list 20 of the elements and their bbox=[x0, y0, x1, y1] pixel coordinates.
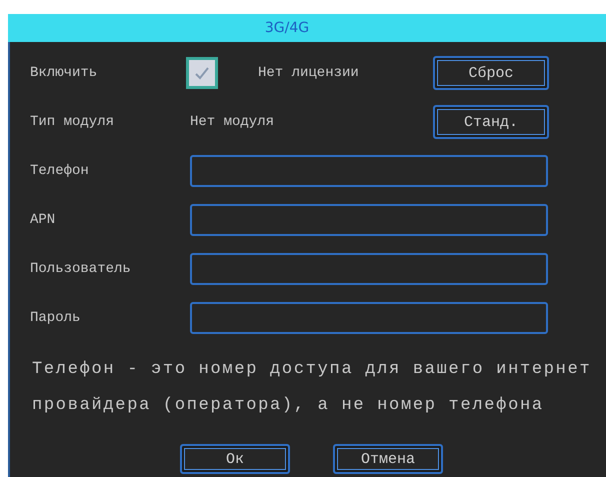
field-label: Пользователь bbox=[30, 261, 132, 277]
reset-button[interactable]: Сброс bbox=[433, 56, 549, 90]
field-label: Телефон bbox=[30, 163, 90, 179]
checkbox[interactable] bbox=[186, 57, 218, 89]
ok-button[interactable]: Ок bbox=[180, 444, 290, 474]
field-label: Пароль bbox=[30, 310, 82, 326]
input-field[interactable] bbox=[190, 302, 548, 334]
input-field[interactable] bbox=[190, 253, 548, 285]
cancel-button[interactable]: Отмена bbox=[333, 444, 443, 474]
window-title: 3G/4G bbox=[8, 14, 606, 42]
default-button[interactable]: Станд. bbox=[433, 105, 549, 139]
help-text: Телефон - это номер доступа для вашего интернет bbox=[32, 359, 592, 381]
help-text: провайдера (оператора), а не номер телефона bbox=[32, 395, 545, 417]
status-text: Нет лицензии bbox=[258, 65, 359, 81]
input-field[interactable] bbox=[190, 155, 548, 187]
input-field[interactable] bbox=[190, 204, 548, 236]
field-label: Тип модуля bbox=[30, 114, 116, 130]
module-value: Нет модуля bbox=[190, 114, 274, 130]
field-label: Включить bbox=[30, 65, 98, 81]
field-label: APN bbox=[30, 212, 56, 228]
